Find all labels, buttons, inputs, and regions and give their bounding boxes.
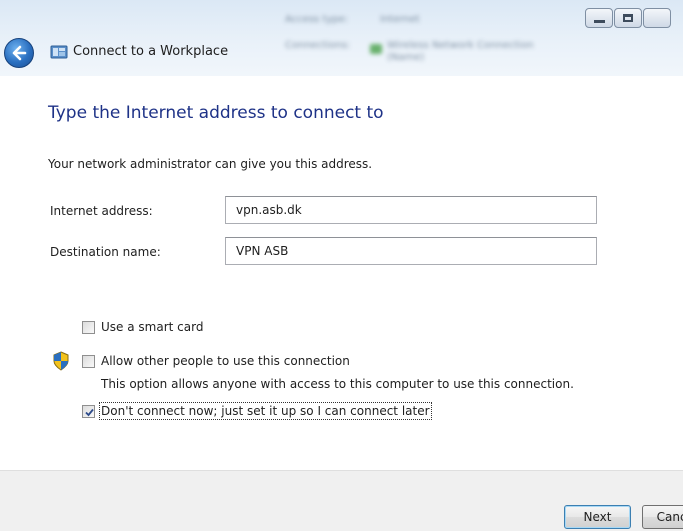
page-heading: Type the Internet address to connect to bbox=[48, 103, 384, 123]
window-controls bbox=[585, 8, 683, 30]
wizard-footer: Next Cancel bbox=[0, 470, 683, 531]
instruction-text: Your network administrator can give you … bbox=[48, 157, 373, 171]
connections-value: Wireless Network Connection bbox=[387, 40, 534, 51]
connections-value-2: (Name) bbox=[387, 52, 425, 63]
workplace-network-icon bbox=[50, 45, 68, 59]
connect-to-workplace-window: Access type: Internet Connections: Wirel… bbox=[0, 0, 683, 531]
blurred-connection-info: Access type: Internet Connections: Wirel… bbox=[265, 10, 595, 64]
allow-others-checkbox[interactable] bbox=[82, 354, 95, 368]
checkmark-icon bbox=[85, 408, 94, 416]
cancel-button[interactable]: Cancel bbox=[642, 505, 683, 529]
uac-shield-icon bbox=[53, 351, 69, 371]
network-connection-icon bbox=[370, 44, 382, 54]
access-type-value: Internet bbox=[380, 14, 420, 25]
back-arrow-icon bbox=[12, 45, 27, 61]
internet-address-label: Internet address: bbox=[50, 204, 153, 218]
connections-label: Connections: bbox=[285, 40, 351, 51]
maximize-button[interactable] bbox=[614, 8, 642, 28]
maximize-icon bbox=[623, 14, 633, 22]
connect-later-checkbox[interactable] bbox=[82, 404, 95, 418]
smart-card-option[interactable]: Use a smart card bbox=[82, 320, 203, 334]
smart-card-label[interactable]: Use a smart card bbox=[101, 320, 203, 334]
title-bar: Access type: Internet Connections: Wirel… bbox=[0, 0, 683, 76]
allow-others-option[interactable]: Allow other people to use this connectio… bbox=[82, 354, 350, 368]
back-button[interactable] bbox=[4, 38, 34, 68]
internet-address-field[interactable] bbox=[225, 196, 597, 224]
allow-others-label[interactable]: Allow other people to use this connectio… bbox=[101, 354, 350, 368]
close-button[interactable] bbox=[643, 8, 671, 28]
access-type-label: Access type: bbox=[285, 14, 349, 25]
window-title: Connect to a Workplace bbox=[73, 44, 229, 59]
minimize-button[interactable] bbox=[585, 8, 613, 28]
connect-later-label[interactable]: Don't connect now; just set it up so I c… bbox=[99, 402, 432, 420]
smart-card-checkbox[interactable] bbox=[82, 320, 95, 334]
connect-later-option[interactable]: Don't connect now; just set it up so I c… bbox=[82, 402, 432, 420]
destination-name-label: Destination name: bbox=[50, 245, 161, 259]
minimize-icon bbox=[594, 20, 605, 23]
allow-others-description: This option allows anyone with access to… bbox=[101, 377, 574, 391]
destination-name-field[interactable] bbox=[225, 237, 597, 265]
next-button[interactable]: Next bbox=[564, 505, 631, 529]
